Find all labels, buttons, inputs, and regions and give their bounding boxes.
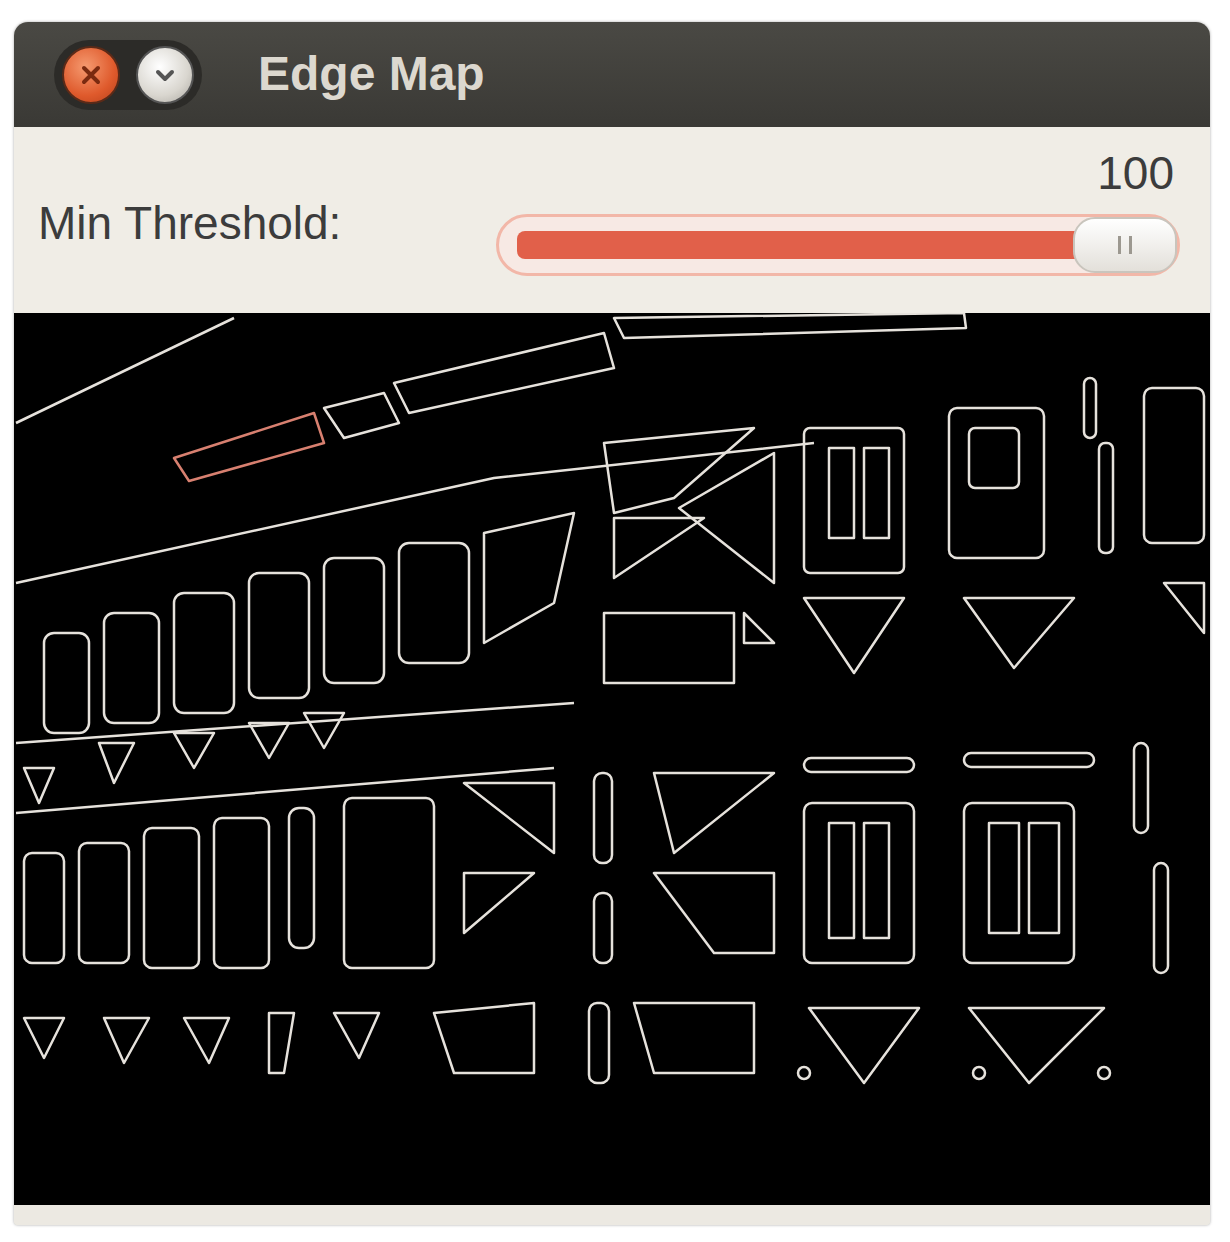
window-buttons bbox=[54, 40, 202, 110]
slider-thumb[interactable] bbox=[1073, 217, 1177, 273]
close-button[interactable] bbox=[62, 46, 120, 104]
chevron-down-icon bbox=[152, 62, 178, 88]
edge-map-window: Edge Map Min Threshold: 100 bbox=[14, 22, 1210, 1225]
edge-map-picture bbox=[14, 313, 1210, 1205]
threshold-slider[interactable] bbox=[496, 214, 1180, 276]
title-bar: Edge Map bbox=[14, 22, 1210, 127]
edge-image bbox=[14, 313, 1210, 1205]
threshold-value: 100 bbox=[496, 147, 1180, 200]
slider-fill bbox=[517, 231, 1159, 259]
threshold-label: Min Threshold: bbox=[38, 197, 341, 313]
window-bottom-border bbox=[14, 1205, 1210, 1225]
minimize-button[interactable] bbox=[136, 46, 194, 104]
trackbar-panel: Min Threshold: 100 bbox=[14, 127, 1210, 313]
window-title: Edge Map bbox=[258, 48, 485, 101]
close-icon bbox=[78, 62, 104, 88]
